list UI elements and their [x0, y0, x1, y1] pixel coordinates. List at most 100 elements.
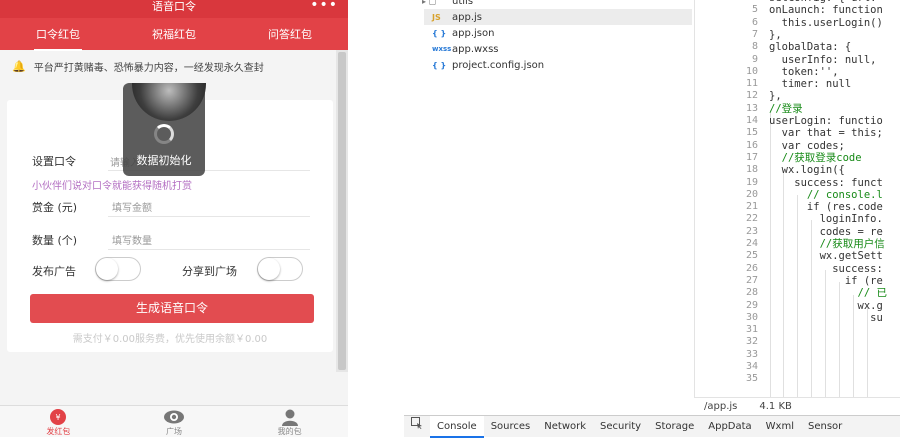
code-line[interactable]: success: [769, 263, 883, 275]
code-line[interactable]: // 已 [769, 287, 887, 299]
line-number: 26 [745, 262, 758, 274]
reward-input[interactable]: 填写金额 [112, 199, 152, 214]
code-line[interactable]: //获取用户信 [769, 238, 885, 250]
page-title: 语音口令 [152, 0, 196, 13]
devtools-tab-security[interactable]: Security [593, 416, 648, 438]
tab-qa-packet[interactable]: 问答红包 [266, 22, 314, 46]
code-line[interactable]: wx.login({ [769, 164, 845, 176]
folder-utils[interactable]: ▸ ▢ utils [422, 0, 473, 9]
line-number: 13 [745, 102, 758, 114]
generate-command-button[interactable]: 生成语音口令 [30, 294, 314, 323]
file-name: app.js [452, 11, 482, 23]
count-input[interactable]: 填写数量 [112, 232, 152, 247]
status-file-size: 4.1 KB [759, 401, 792, 412]
code-line[interactable]: token:'', [769, 66, 839, 78]
json-file-icon: { } [432, 28, 447, 38]
devtools-tab-sensor[interactable]: Sensor [801, 416, 849, 438]
count-label: 数量 (个) [32, 234, 78, 247]
folder-icon: ▸ ▢ [422, 0, 437, 6]
line-number: 20 [745, 188, 758, 200]
line-number: 29 [745, 299, 758, 311]
code-line[interactable]: var codes; [769, 140, 845, 152]
inspect-icon[interactable] [404, 416, 430, 438]
file-name: app.json [452, 27, 495, 39]
devtools-tabs: Console Sources Network Security Storage AppD… [430, 415, 849, 438]
line-number: 16 [745, 139, 758, 151]
scrollbar-thumb[interactable] [338, 52, 346, 370]
code-line[interactable]: onLaunch: function [769, 4, 883, 16]
line-number: 6 [751, 16, 758, 28]
file-project-config[interactable]: { } project.config.json [432, 57, 544, 73]
line-number: 15 [745, 127, 758, 139]
code-line[interactable]: wx.getSett [769, 250, 883, 262]
red-packet-icon: ¥ [50, 409, 67, 425]
line-number: 30 [745, 311, 758, 323]
code-line[interactable]: userLogin: functio [769, 115, 883, 127]
count-underline [108, 249, 310, 250]
fee-text: 需支付￥0.00服务费，优先使用余额￥0.00 [72, 334, 268, 345]
line-number: 31 [745, 324, 758, 336]
code-line[interactable]: success: funct [769, 177, 883, 189]
devtools-tab-network[interactable]: Network [537, 416, 593, 438]
line-number: 32 [745, 336, 758, 348]
nav-my-packets-label: 我的包 [277, 427, 302, 436]
code-line[interactable]: var that = this; [769, 127, 883, 139]
ad-toggle[interactable] [95, 257, 141, 281]
code-line[interactable]: globalData: { [769, 41, 851, 53]
line-number: 28 [745, 287, 758, 299]
line-number: 9 [751, 53, 758, 65]
file-app-json[interactable]: { } app.json [432, 25, 494, 41]
file-app-js[interactable]: JS app.js [432, 9, 482, 25]
code-line[interactable]: loginInfo. [769, 213, 883, 225]
phone-simulator: 语音口令 ••• 口令红包 祝福红包 问答红包 🔔 平台严打黄赌毒、恐怖暴力内容… [0, 0, 348, 437]
line-number: 7 [751, 28, 758, 40]
devtools-tab-storage[interactable]: Storage [648, 416, 701, 438]
line-number: 12 [745, 90, 758, 102]
code-line[interactable]: }, [769, 29, 782, 41]
code-line[interactable]: // console.l [769, 189, 883, 201]
nav-send-packet[interactable]: ¥ 发红包 [46, 406, 70, 437]
notice-text: 平台严打黄赌毒、恐怖暴力内容，一经发现永久查封 [33, 62, 264, 74]
line-number: 5 [751, 4, 758, 16]
loading-spinner-icon [154, 124, 174, 144]
line-number: 35 [745, 373, 758, 385]
more-menu-icon[interactable]: ••• [310, 0, 338, 12]
user-icon [281, 409, 298, 426]
loading-text: 数据初始化 [136, 154, 192, 167]
code-line[interactable]: codes = re [769, 226, 883, 238]
file-app-wxss[interactable]: wxss app.wxss [432, 41, 499, 57]
code-line[interactable]: }, [769, 90, 782, 102]
code-line[interactable]: wx.g [769, 300, 883, 312]
share-toggle[interactable] [257, 257, 303, 281]
notice-bar: 🔔 平台严打黄赌毒、恐怖暴力内容，一经发现永久查封 [0, 52, 336, 80]
line-number: 19 [745, 176, 758, 188]
command-hint: 小伙伴们说对口令就能获得随机打赏 [32, 181, 192, 192]
line-number: 34 [745, 361, 758, 372]
line-number: 22 [745, 213, 758, 225]
code-line[interactable]: //获取登录code [769, 152, 862, 164]
ad-label: 发布广告 [32, 265, 76, 278]
devtools-tab-console[interactable]: Console [430, 415, 484, 438]
devtools-tab-wxml[interactable]: Wxml [759, 416, 801, 438]
nav-plaza[interactable]: 广场 [163, 406, 185, 437]
line-number: 24 [745, 238, 758, 249]
devtools-tab-sources[interactable]: Sources [484, 416, 538, 438]
nav-my-packets[interactable]: 我的包 [278, 406, 302, 437]
code-line[interactable]: if (res.code [769, 201, 883, 213]
tab-command-packet[interactable]: 口令红包 [34, 22, 82, 51]
line-number: 14 [745, 115, 758, 126]
command-label: 设置口令 [32, 155, 76, 168]
editor-status-bar: /app.js 4.1 KB [694, 397, 900, 415]
bell-icon: 🔔 [12, 59, 26, 73]
line-number: 11 [745, 78, 758, 90]
code-line[interactable]: if (re [769, 275, 883, 287]
code-line[interactable]: this.userLogin() [769, 17, 883, 29]
code-line[interactable]: timer: null [769, 78, 852, 90]
nav-title-bar: 语音口令 ••• [0, 0, 348, 18]
js-file-icon: JS [432, 12, 441, 22]
code-line[interactable]: userInfo: null, [769, 54, 877, 66]
code-line[interactable]: //登录 [769, 103, 803, 115]
devtools-tab-appdata[interactable]: AppData [701, 416, 758, 438]
code-line[interactable]: su [769, 312, 883, 324]
tab-blessing-packet[interactable]: 祝福红包 [150, 22, 198, 46]
